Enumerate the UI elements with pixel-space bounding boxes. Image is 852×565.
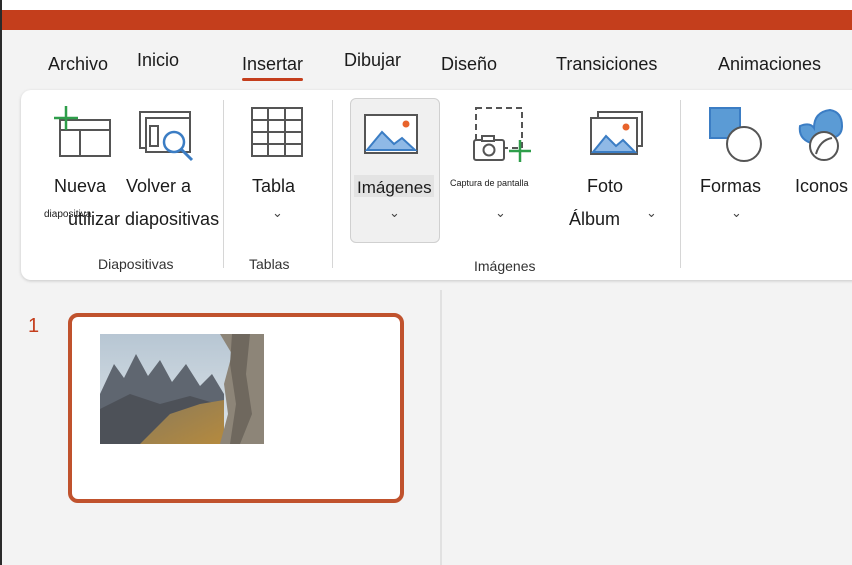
mountain-landscape-image	[100, 334, 264, 444]
group-separator	[223, 100, 224, 268]
title-bar	[2, 10, 852, 30]
slide-number: 1	[28, 315, 40, 337]
top-strip	[2, 0, 852, 10]
pane-divider[interactable]	[440, 290, 442, 565]
group-label-diapositivas: Diapositivas	[98, 256, 174, 272]
tab-archivo[interactable]: Archivo	[48, 54, 108, 75]
group-label-tablas: Tablas	[249, 256, 290, 272]
tab-inicio[interactable]: Inicio	[137, 50, 179, 71]
photo-album-icon[interactable]	[588, 110, 646, 158]
photo-album-label-2[interactable]: Álbum	[569, 209, 620, 230]
pictures-icon[interactable]	[362, 112, 420, 158]
chevron-down-icon[interactable]: ⌄	[272, 205, 283, 221]
tab-transiciones[interactable]: Transiciones	[556, 54, 657, 75]
tab-dibujar[interactable]: Dibujar	[344, 50, 401, 71]
screenshot-label[interactable]: Captura de pantalla	[450, 178, 529, 188]
chevron-down-icon[interactable]: ⌄	[495, 205, 506, 221]
icons-icon[interactable]	[792, 104, 850, 164]
pictures-label[interactable]: Imágenes	[357, 178, 432, 198]
tab-diseno[interactable]: Diseño	[441, 54, 497, 75]
chevron-down-icon[interactable]: ⌄	[389, 205, 400, 221]
reuse-slides-label-2[interactable]: utilizar diapositivas	[68, 209, 219, 230]
shapes-label[interactable]: Formas	[700, 176, 761, 197]
shapes-icon[interactable]	[706, 104, 766, 164]
app-window: Archivo Inicio Insertar Dibujar Diseño T…	[0, 0, 852, 565]
table-icon[interactable]	[248, 104, 306, 162]
new-slide-icon[interactable]	[50, 104, 114, 160]
tab-insertar[interactable]: Insertar	[242, 54, 304, 81]
tab-animaciones[interactable]: Animaciones	[718, 54, 821, 75]
reuse-slides-label[interactable]: Volver a	[126, 176, 191, 197]
reuse-slides-icon[interactable]	[136, 108, 200, 164]
photo-album-label[interactable]: Foto	[587, 176, 623, 197]
screenshot-icon[interactable]	[470, 104, 534, 164]
new-slide-label[interactable]: Nueva	[54, 176, 106, 197]
chevron-down-icon[interactable]: ⌄	[646, 205, 657, 221]
icons-label[interactable]: Iconos	[795, 176, 848, 197]
group-separator	[332, 100, 333, 268]
chevron-down-icon[interactable]: ⌄	[731, 205, 742, 221]
table-label[interactable]: Tabla	[252, 176, 295, 197]
group-label-imagenes: Imágenes	[474, 258, 536, 274]
group-separator	[680, 100, 681, 268]
